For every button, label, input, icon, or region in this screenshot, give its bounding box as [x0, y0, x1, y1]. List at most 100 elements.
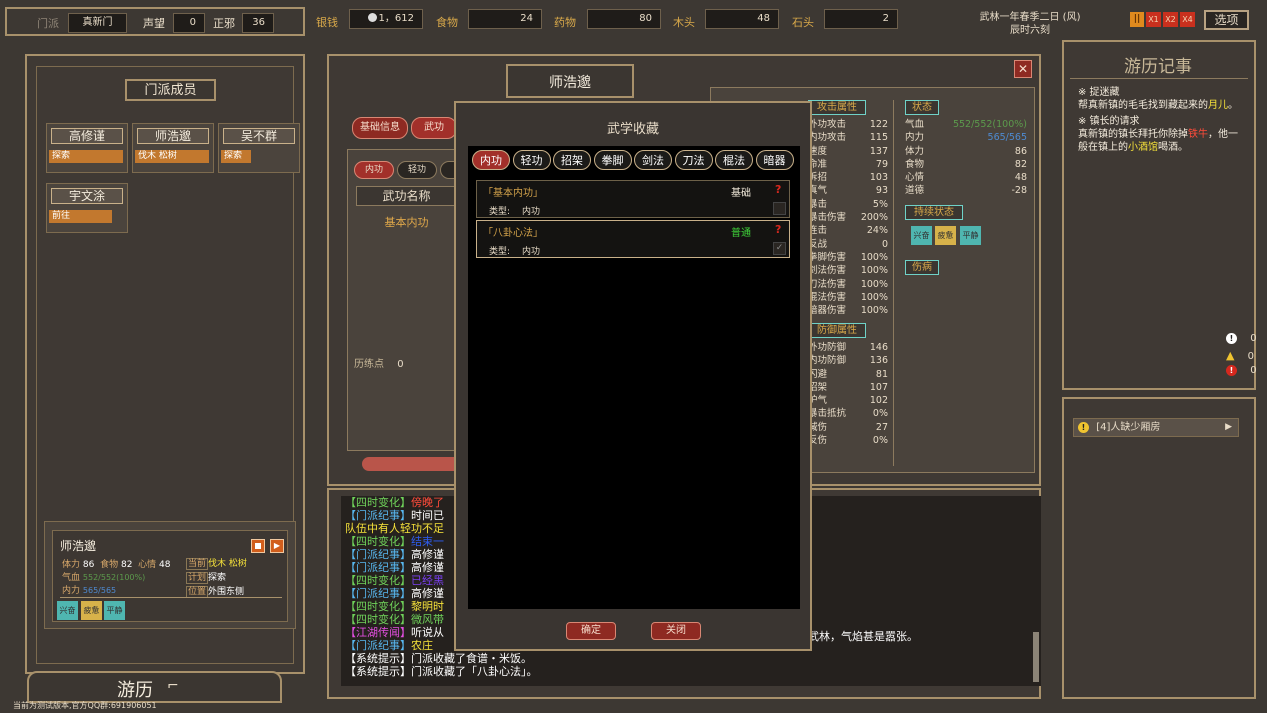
stat-value: 24% — [866, 225, 888, 237]
member-task: 探索 — [221, 150, 251, 163]
stat-row: 速度 137 — [808, 145, 888, 158]
attack-title: 攻击属性 — [808, 100, 866, 115]
kungfu-item-grade: 基础 — [731, 188, 751, 199]
silver-label: 银钱 — [316, 16, 338, 29]
log-scrollbar[interactable] — [1033, 632, 1039, 682]
info-count: 0 — [1250, 333, 1257, 344]
log-tag: 【系统提示】 — [345, 665, 411, 678]
detail-status-1: 疲惫 — [81, 601, 102, 620]
speed-x4-button[interactable]: X4 — [1180, 12, 1195, 27]
quest-log: ※ 捉迷藏 帮真新镇的毛毛找到藏起来的月儿。 ※ 镇长的请求 真新镇的镇长拜托你… — [1078, 86, 1243, 154]
kungfu-header: 武功名称 — [356, 186, 457, 206]
member-task: 前往 — [49, 210, 112, 223]
stat-value: 100% — [860, 265, 888, 277]
kungfu-item-checkbox[interactable]: ✓ — [773, 242, 786, 255]
coin-icon — [367, 13, 377, 22]
detail-row-2: 气血 552/552(100%) — [62, 570, 145, 583]
stat-value: 86 — [1014, 145, 1027, 157]
kungfu-item-name: 「基本内功」 — [483, 188, 543, 199]
kungfu-item-type: 内功 — [522, 207, 541, 217]
char-tab-basic[interactable]: 基础信息 — [352, 117, 408, 139]
alert-error: ! 0 — [1226, 365, 1266, 376]
error-count: 0 — [1250, 365, 1257, 376]
log-tag: 【四时变化】 — [345, 600, 411, 613]
right-bottom-panel — [1062, 397, 1256, 699]
modal-close-button[interactable]: 关闭 — [651, 622, 701, 640]
help-icon[interactable]: ? — [775, 223, 781, 236]
food-label: 食物 — [436, 16, 458, 29]
modal-tab-6[interactable]: 棍法 — [715, 150, 753, 170]
stone-label: 石头 — [792, 16, 814, 29]
modal-tab-0[interactable]: 内功 — [472, 150, 510, 170]
member-card-0[interactable]: 高修谨 探索 — [46, 123, 128, 173]
kungfu-item-1[interactable]: 「八卦心法」 普通 ? 类型: 内功 ✓ — [476, 220, 790, 258]
stop-icon — [255, 543, 261, 549]
modal-tab-3[interactable]: 拳脚 — [593, 150, 632, 170]
defense-title: 防御属性 — [808, 323, 866, 338]
help-icon[interactable]: ? — [775, 183, 781, 196]
detail-name: 师浩邈 — [60, 539, 97, 553]
stat-row: 真气 93 — [808, 184, 888, 197]
log-text: 时间已 — [411, 509, 444, 522]
stat-row: 刀法伤害 100% — [808, 278, 888, 291]
log-text: 听说从 — [411, 626, 444, 639]
kungfu-item-type: 内功 — [522, 247, 541, 257]
log-text: 门派收藏了食谱・米饭。 — [411, 652, 532, 665]
travel-button[interactable]: 游历 ⌐ — [27, 671, 282, 703]
neili-value: 565/565 — [82, 586, 117, 595]
stat-label: 内功攻击 — [808, 132, 847, 144]
modal-tab-5[interactable]: 刀法 — [674, 150, 713, 170]
stat-label: 刀法伤害 — [808, 278, 847, 290]
subtab-qinggong[interactable]: 轻功 — [397, 161, 437, 179]
stat-row: 棍法伤害 100% — [808, 291, 888, 304]
log-text: 高修谨 — [411, 587, 444, 600]
notice-item[interactable]: ! [4]人缺少厢房 ▶ — [1073, 418, 1239, 437]
detail-play-button[interactable]: ▶ — [270, 539, 284, 553]
kungfu-item-0[interactable]: 「基本内功」 基础 ? 类型: 内功 — [476, 180, 790, 218]
modal-tab-2[interactable]: 招架 — [553, 150, 591, 170]
stat-label: 心情 — [905, 172, 925, 184]
member-card-2[interactable]: 吴不群 探索 — [218, 123, 300, 173]
log-tag: 【系统提示】 — [345, 652, 411, 665]
speed-pause-button[interactable]: || — [1130, 12, 1144, 27]
wood-value: 48 — [705, 9, 779, 29]
ongoing-status-0: 兴奋 — [911, 226, 932, 245]
log-text: 高修谨 — [411, 548, 444, 561]
speed-x2-button[interactable]: X2 — [1163, 12, 1178, 27]
modal-tab-4[interactable]: 剑法 — [634, 150, 672, 170]
modal-tab-1[interactable]: 轻功 — [512, 150, 551, 170]
member-card-3[interactable]: 宇文涂 前往 — [46, 183, 128, 233]
speed-x1-button[interactable]: X1 — [1146, 12, 1161, 27]
options-button[interactable]: 选项 — [1204, 10, 1249, 30]
ongoing-status-1: 疲惫 — [935, 226, 956, 245]
detail-stop-button[interactable] — [251, 539, 265, 553]
detail-row-1: 体力 86 食物 82 心情 48 — [62, 557, 171, 570]
kungfu-first[interactable]: 基本内功 — [356, 214, 457, 230]
log-text: 黎明时 — [411, 600, 444, 613]
plan-label: 计划 — [186, 572, 209, 584]
stat-row: 连击 24% — [808, 224, 888, 237]
log-text: 门派收藏了「八卦心法」。 — [411, 665, 538, 678]
detail-position: 位置 外围东侧 — [186, 584, 244, 598]
stat-label: 剑法伤害 — [808, 265, 847, 277]
member-card-1[interactable]: 师浩邈 伐木 松树 — [132, 123, 214, 173]
char-tab-kungfu[interactable]: 武功 — [411, 117, 457, 139]
quest-1-highlight2: 小酒馆 — [1128, 142, 1158, 153]
modal-tab-7[interactable]: 暗器 — [755, 150, 794, 170]
subtab-neigong[interactable]: 内功 — [354, 161, 394, 179]
alert-warn: ▲ 0 — [1226, 349, 1266, 362]
quest-0-heading: ※ 捉迷藏 — [1078, 87, 1120, 98]
log-text: 已经黑 — [411, 574, 444, 587]
left-panel-title: 门派成员 — [125, 79, 216, 101]
stat-row: 体力 86 — [905, 145, 1027, 158]
stat-row: 暴击伤害 200% — [808, 211, 888, 224]
stat-row: 道德 -28 — [905, 184, 1027, 197]
stat-row: 拆招 103 — [808, 171, 888, 184]
modal-confirm-button[interactable]: 确定 — [566, 622, 616, 640]
char-bottom-bar — [362, 457, 457, 471]
log-text: 微风带 — [411, 613, 444, 626]
kungfu-item-checkbox[interactable] — [773, 202, 786, 215]
quest-0-highlight: 月儿 — [1208, 100, 1228, 111]
log-line: 【系统提示】门派收藏了「八卦心法」。 — [345, 665, 905, 678]
char-close-button[interactable]: ✕ — [1014, 60, 1032, 78]
